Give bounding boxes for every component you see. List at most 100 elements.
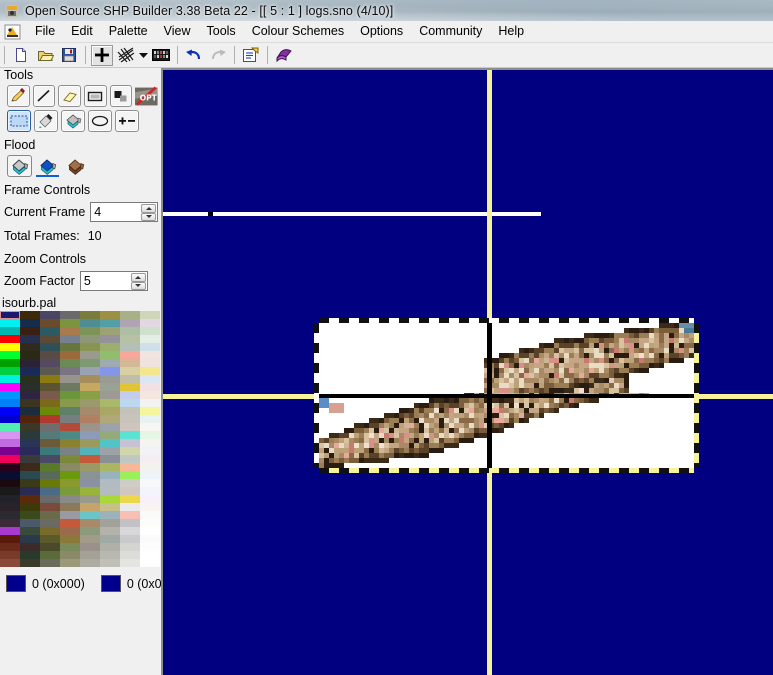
palette-swatch[interactable] <box>140 551 160 559</box>
palette-swatch[interactable] <box>60 551 80 559</box>
palette-swatch[interactable] <box>100 559 120 567</box>
palette-swatch[interactable] <box>120 479 140 487</box>
palette-swatch[interactable] <box>100 319 120 327</box>
palette-swatch[interactable] <box>80 367 100 375</box>
palette-swatch[interactable] <box>20 415 40 423</box>
palette-swatch[interactable] <box>120 319 140 327</box>
menu-item-help[interactable]: Help <box>490 22 532 41</box>
palette-swatch[interactable] <box>100 399 120 407</box>
palette-swatch[interactable] <box>60 423 80 431</box>
menu-item-colour-schemes[interactable]: Colour Schemes <box>244 22 352 41</box>
save-file-button[interactable] <box>58 45 80 66</box>
palette-swatch[interactable] <box>60 543 80 551</box>
palette-swatch[interactable] <box>40 319 60 327</box>
new-file-button[interactable] <box>10 45 32 66</box>
palette-swatch[interactable] <box>140 399 160 407</box>
palette-swatch[interactable] <box>0 351 20 359</box>
palette-swatch[interactable] <box>80 407 100 415</box>
palette-swatch[interactable] <box>140 471 160 479</box>
palette-swatch[interactable] <box>120 519 140 527</box>
palette-swatch[interactable] <box>40 407 60 415</box>
palette-swatch[interactable] <box>80 431 100 439</box>
palette-swatch[interactable] <box>120 343 140 351</box>
palette-swatch[interactable] <box>0 335 20 343</box>
palette-swatch[interactable] <box>60 367 80 375</box>
palette-swatch[interactable] <box>40 487 60 495</box>
palette-button[interactable] <box>150 45 172 66</box>
palette-swatch[interactable] <box>20 527 40 535</box>
palette-swatch[interactable] <box>80 343 100 351</box>
palette-swatch[interactable] <box>120 447 140 455</box>
palette-swatch[interactable] <box>140 351 160 359</box>
redo-button[interactable] <box>207 45 229 66</box>
palette-swatch[interactable] <box>120 439 140 447</box>
show-guides-button[interactable] <box>91 45 113 66</box>
palette-swatch[interactable] <box>140 383 160 391</box>
palette-swatch[interactable] <box>60 335 80 343</box>
tool-opt[interactable]: OPT <box>135 85 158 107</box>
zoom-factor-input[interactable] <box>81 273 129 289</box>
palette-swatch[interactable] <box>20 535 40 543</box>
properties-button[interactable] <box>240 45 262 66</box>
palette-swatch[interactable] <box>40 335 60 343</box>
palette-swatch[interactable] <box>140 463 160 471</box>
palette-swatch[interactable] <box>40 383 60 391</box>
palette-swatch[interactable] <box>120 543 140 551</box>
palette-swatch[interactable] <box>40 551 60 559</box>
palette-swatch[interactable] <box>140 327 160 335</box>
palette-swatch[interactable] <box>100 503 120 511</box>
palette-swatch[interactable] <box>100 487 120 495</box>
palette-swatch[interactable] <box>0 511 20 519</box>
palette-swatch[interactable] <box>0 407 20 415</box>
palette-swatch[interactable] <box>40 375 60 383</box>
palette-swatch[interactable] <box>0 367 20 375</box>
palette-swatch[interactable] <box>100 495 120 503</box>
palette-swatch[interactable] <box>20 559 40 567</box>
palette-swatch[interactable] <box>40 439 60 447</box>
palette-swatch[interactable] <box>140 519 160 527</box>
palette-swatch[interactable] <box>120 551 140 559</box>
flood-fill-normal[interactable] <box>7 155 32 177</box>
palette-swatch[interactable] <box>100 455 120 463</box>
palette-swatch[interactable] <box>0 399 20 407</box>
menu-app-icon[interactable] <box>4 24 21 40</box>
palette-swatch[interactable] <box>0 391 20 399</box>
open-file-button[interactable] <box>34 45 56 66</box>
palette-swatch[interactable] <box>20 495 40 503</box>
palette-swatch[interactable] <box>140 455 160 463</box>
palette-swatch[interactable] <box>140 375 160 383</box>
palette-swatch[interactable] <box>20 463 40 471</box>
palette-swatch[interactable] <box>140 479 160 487</box>
palette-swatch[interactable] <box>40 359 60 367</box>
palette-swatch[interactable] <box>40 415 60 423</box>
palette-swatch[interactable] <box>60 407 80 415</box>
palette-swatch[interactable] <box>20 367 40 375</box>
palette-swatch[interactable] <box>0 439 20 447</box>
palette-swatch[interactable] <box>120 391 140 399</box>
palette-swatch[interactable] <box>140 535 160 543</box>
palette-swatch[interactable] <box>120 503 140 511</box>
palette-swatch[interactable] <box>60 343 80 351</box>
palette-swatch[interactable] <box>100 511 120 519</box>
palette-swatch[interactable] <box>40 367 60 375</box>
palette-swatch[interactable] <box>40 543 60 551</box>
palette-swatch[interactable] <box>40 519 60 527</box>
tool-pencil[interactable] <box>7 85 30 107</box>
palette-swatch[interactable] <box>80 423 100 431</box>
palette-swatch[interactable] <box>140 447 160 455</box>
palette-swatch[interactable] <box>60 431 80 439</box>
tool-rectangle[interactable] <box>84 85 107 107</box>
palette-swatch[interactable] <box>0 463 20 471</box>
palette-swatch[interactable] <box>80 391 100 399</box>
palette-swatch[interactable] <box>80 351 100 359</box>
menu-item-edit[interactable]: Edit <box>63 22 101 41</box>
palette-swatch[interactable] <box>80 471 100 479</box>
palette-swatch[interactable] <box>80 327 100 335</box>
current-frame-spin-down[interactable] <box>141 213 156 222</box>
palette-swatch[interactable] <box>80 463 100 471</box>
palette-swatch[interactable] <box>40 559 60 567</box>
palette-swatch[interactable] <box>120 407 140 415</box>
palette-swatch[interactable] <box>20 439 40 447</box>
palette-swatch[interactable] <box>60 399 80 407</box>
palette-swatch[interactable] <box>40 463 60 471</box>
